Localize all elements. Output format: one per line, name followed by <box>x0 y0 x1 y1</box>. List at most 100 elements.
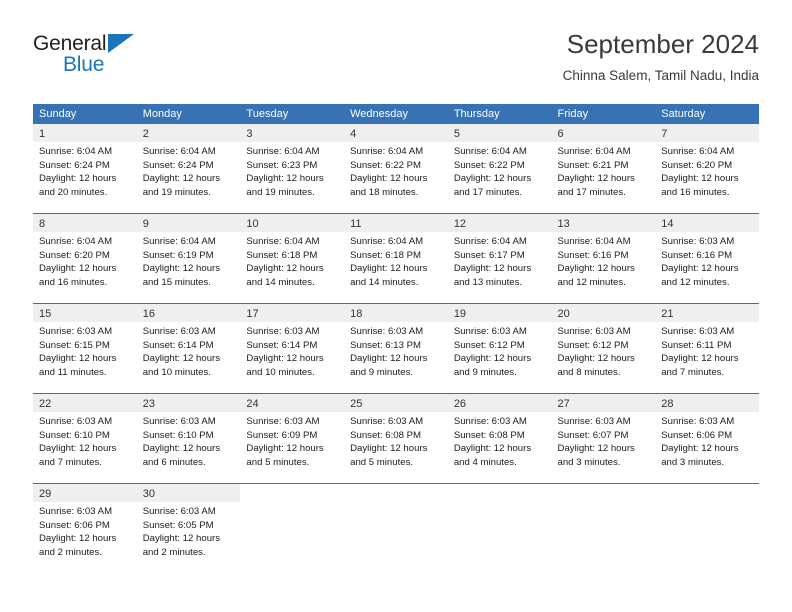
day-details: Sunrise: 6:03 AM Sunset: 6:06 PM Dayligh… <box>655 412 759 469</box>
sunrise-line: Sunrise: 6:04 AM <box>350 236 424 247</box>
day-cell[interactable]: 7 Sunrise: 6:04 AM Sunset: 6:20 PM Dayli… <box>655 124 759 213</box>
daylight-line-2: and 19 minutes. <box>142 186 211 198</box>
day-number-strip: 23 <box>136 394 241 412</box>
day-number: 28 <box>661 398 674 410</box>
day-cell[interactable]: 19 Sunrise: 6:03 AM Sunset: 6:12 PM Dayl… <box>447 304 552 393</box>
day-cell[interactable]: 16 Sunrise: 6:03 AM Sunset: 6:14 PM Dayl… <box>136 304 241 393</box>
day-cell[interactable]: 15 Sunrise: 6:03 AM Sunset: 6:15 PM Dayl… <box>33 304 137 393</box>
sunrise-line: Sunrise: 6:03 AM <box>661 326 735 337</box>
day-number: 29 <box>39 488 52 500</box>
day-cell[interactable]: 2 Sunrise: 6:04 AM Sunset: 6:24 PM Dayli… <box>136 124 241 213</box>
daylight-line-1: Daylight: 12 hours <box>246 173 324 185</box>
day-number-strip: 4 <box>344 124 448 142</box>
sunrise-line: Sunrise: 6:03 AM <box>350 416 424 427</box>
day-cell[interactable]: 5 Sunrise: 6:04 AM Sunset: 6:22 PM Dayli… <box>447 124 552 213</box>
weekday-header-thursday: Thursday <box>453 108 500 120</box>
day-number: 7 <box>661 128 668 140</box>
day-cell[interactable]: 27 Sunrise: 6:03 AM Sunset: 6:07 PM Dayl… <box>551 394 656 483</box>
sunset-line: Sunset: 6:11 PM <box>661 339 732 351</box>
day-details: Sunrise: 6:03 AM Sunset: 6:14 PM Dayligh… <box>240 322 344 379</box>
calendar-grid: Sunday Monday Tuesday Wednesday Thursday… <box>33 104 759 573</box>
day-number: 12 <box>453 218 467 230</box>
generalblue-logo[interactable]: General Blue <box>33 32 233 84</box>
sunset-line: Sunset: 6:22 PM <box>350 159 422 171</box>
week-row: 29 Sunrise: 6:03 AM Sunset: 6:06 PM Dayl… <box>33 483 759 573</box>
sunrise-line: Sunrise: 6:04 AM <box>142 146 216 157</box>
day-cell-empty <box>344 484 448 573</box>
day-cell[interactable]: 22 Sunrise: 6:03 AM Sunset: 6:10 PM Dayl… <box>33 394 137 483</box>
daylight-line-1: Daylight: 12 hours <box>142 173 221 185</box>
day-number: 18 <box>350 308 363 320</box>
day-cell[interactable]: 10 Sunrise: 6:04 AM Sunset: 6:18 PM Dayl… <box>240 214 345 303</box>
daylight-line-1: Daylight: 12 hours <box>39 533 117 545</box>
day-cell[interactable]: 26 Sunrise: 6:03 AM Sunset: 6:08 PM Dayl… <box>447 394 552 483</box>
daylight-line-1: Daylight: 12 hours <box>39 443 117 455</box>
day-details: Sunrise: 6:04 AM Sunset: 6:16 PM Dayligh… <box>552 232 656 289</box>
day-cell[interactable]: 11 Sunrise: 6:04 AM Sunset: 6:18 PM Dayl… <box>344 214 448 303</box>
daylight-line-2: and 2 minutes. <box>39 546 102 558</box>
sunset-line: Sunset: 6:20 PM <box>39 249 110 261</box>
day-cell[interactable]: 21 Sunrise: 6:03 AM Sunset: 6:11 PM Dayl… <box>655 304 759 393</box>
day-number-strip: 3 <box>240 124 345 142</box>
day-number: 3 <box>246 128 253 140</box>
day-cell[interactable]: 3 Sunrise: 6:04 AM Sunset: 6:23 PM Dayli… <box>240 124 345 213</box>
day-cell[interactable]: 29 Sunrise: 6:03 AM Sunset: 6:06 PM Dayl… <box>33 484 137 573</box>
day-cell[interactable]: 30 Sunrise: 6:03 AM Sunset: 6:05 PM Dayl… <box>136 484 241 573</box>
day-cell[interactable]: 13 Sunrise: 6:04 AM Sunset: 6:16 PM Dayl… <box>551 214 656 303</box>
sunrise-line: Sunrise: 6:04 AM <box>557 236 631 247</box>
daylight-line-1: Daylight: 12 hours <box>453 263 532 275</box>
sunrise-line: Sunrise: 6:03 AM <box>661 236 735 247</box>
sunrise-line: Sunrise: 6:03 AM <box>39 416 113 427</box>
day-cell[interactable]: 23 Sunrise: 6:03 AM Sunset: 6:10 PM Dayl… <box>136 394 241 483</box>
day-cell[interactable]: 9 Sunrise: 6:04 AM Sunset: 6:19 PM Dayli… <box>136 214 241 303</box>
day-details: Sunrise: 6:03 AM Sunset: 6:14 PM Dayligh… <box>137 322 241 379</box>
day-number: 13 <box>557 218 570 230</box>
day-cell[interactable]: 12 Sunrise: 6:04 AM Sunset: 6:17 PM Dayl… <box>447 214 552 303</box>
day-cell[interactable]: 28 Sunrise: 6:03 AM Sunset: 6:06 PM Dayl… <box>655 394 759 483</box>
day-number: 11 <box>350 218 362 230</box>
sunset-line: Sunset: 6:16 PM <box>661 249 733 261</box>
day-cell[interactable]: 8 Sunrise: 6:04 AM Sunset: 6:20 PM Dayli… <box>33 214 137 303</box>
day-details: Sunrise: 6:04 AM Sunset: 6:24 PM Dayligh… <box>137 142 241 199</box>
sunset-line: Sunset: 6:23 PM <box>246 159 318 171</box>
day-number: 16 <box>142 308 155 320</box>
week-row: 22 Sunrise: 6:03 AM Sunset: 6:10 PM Dayl… <box>33 393 759 483</box>
day-cell[interactable]: 17 Sunrise: 6:03 AM Sunset: 6:14 PM Dayl… <box>240 304 345 393</box>
sunrise-line: Sunrise: 6:03 AM <box>39 326 113 337</box>
day-cell[interactable]: 20 Sunrise: 6:03 AM Sunset: 6:12 PM Dayl… <box>551 304 656 393</box>
day-number: 1 <box>39 128 46 140</box>
day-cell[interactable]: 1 Sunrise: 6:04 AM Sunset: 6:24 PM Dayli… <box>33 124 137 213</box>
logo-text-blue: Blue <box>63 53 105 76</box>
day-number-strip: 14 <box>655 214 759 232</box>
day-cell[interactable]: 14 Sunrise: 6:03 AM Sunset: 6:16 PM Dayl… <box>655 214 759 303</box>
sunset-line: Sunset: 6:08 PM <box>453 429 525 441</box>
daylight-line-2: and 12 minutes. <box>557 276 626 288</box>
sunset-line: Sunset: 6:21 PM <box>557 159 629 171</box>
day-cell[interactable]: 24 Sunrise: 6:03 AM Sunset: 6:09 PM Dayl… <box>240 394 345 483</box>
sunrise-line: Sunrise: 6:03 AM <box>453 326 527 337</box>
daylight-line-1: Daylight: 12 hours <box>246 353 324 365</box>
day-cell[interactable]: 25 Sunrise: 6:03 AM Sunset: 6:08 PM Dayl… <box>344 394 448 483</box>
day-cell[interactable]: 18 Sunrise: 6:03 AM Sunset: 6:13 PM Dayl… <box>344 304 448 393</box>
day-number-strip: 22 <box>33 394 137 412</box>
daylight-line-2: and 14 minutes. <box>350 276 419 288</box>
day-number: 24 <box>246 398 259 410</box>
sunrise-line: Sunrise: 6:04 AM <box>246 236 320 247</box>
day-details: Sunrise: 6:03 AM Sunset: 6:15 PM Dayligh… <box>33 322 137 379</box>
day-details: Sunrise: 6:04 AM Sunset: 6:18 PM Dayligh… <box>344 232 448 289</box>
calendar-page: General Blue September 2024 Chinna Salem… <box>0 0 792 612</box>
day-details: Sunrise: 6:04 AM Sunset: 6:22 PM Dayligh… <box>344 142 448 199</box>
daylight-line-2: and 11 minutes. <box>39 366 107 378</box>
day-number: 20 <box>557 308 570 320</box>
masthead: General Blue September 2024 Chinna Salem… <box>33 28 759 98</box>
day-details: Sunrise: 6:03 AM Sunset: 6:09 PM Dayligh… <box>240 412 344 469</box>
daylight-line-2: and 4 minutes. <box>453 456 517 468</box>
daylight-line-2: and 19 minutes. <box>246 186 315 198</box>
logo-triangle-icon <box>108 34 134 53</box>
day-cell[interactable]: 6 Sunrise: 6:04 AM Sunset: 6:21 PM Dayli… <box>551 124 656 213</box>
day-details <box>552 502 656 505</box>
weekday-header-monday: Monday <box>142 108 182 120</box>
sunset-line: Sunset: 6:09 PM <box>246 429 318 441</box>
day-cell[interactable]: 4 Sunrise: 6:04 AM Sunset: 6:22 PM Dayli… <box>344 124 448 213</box>
sunset-line: Sunset: 6:18 PM <box>246 249 318 261</box>
